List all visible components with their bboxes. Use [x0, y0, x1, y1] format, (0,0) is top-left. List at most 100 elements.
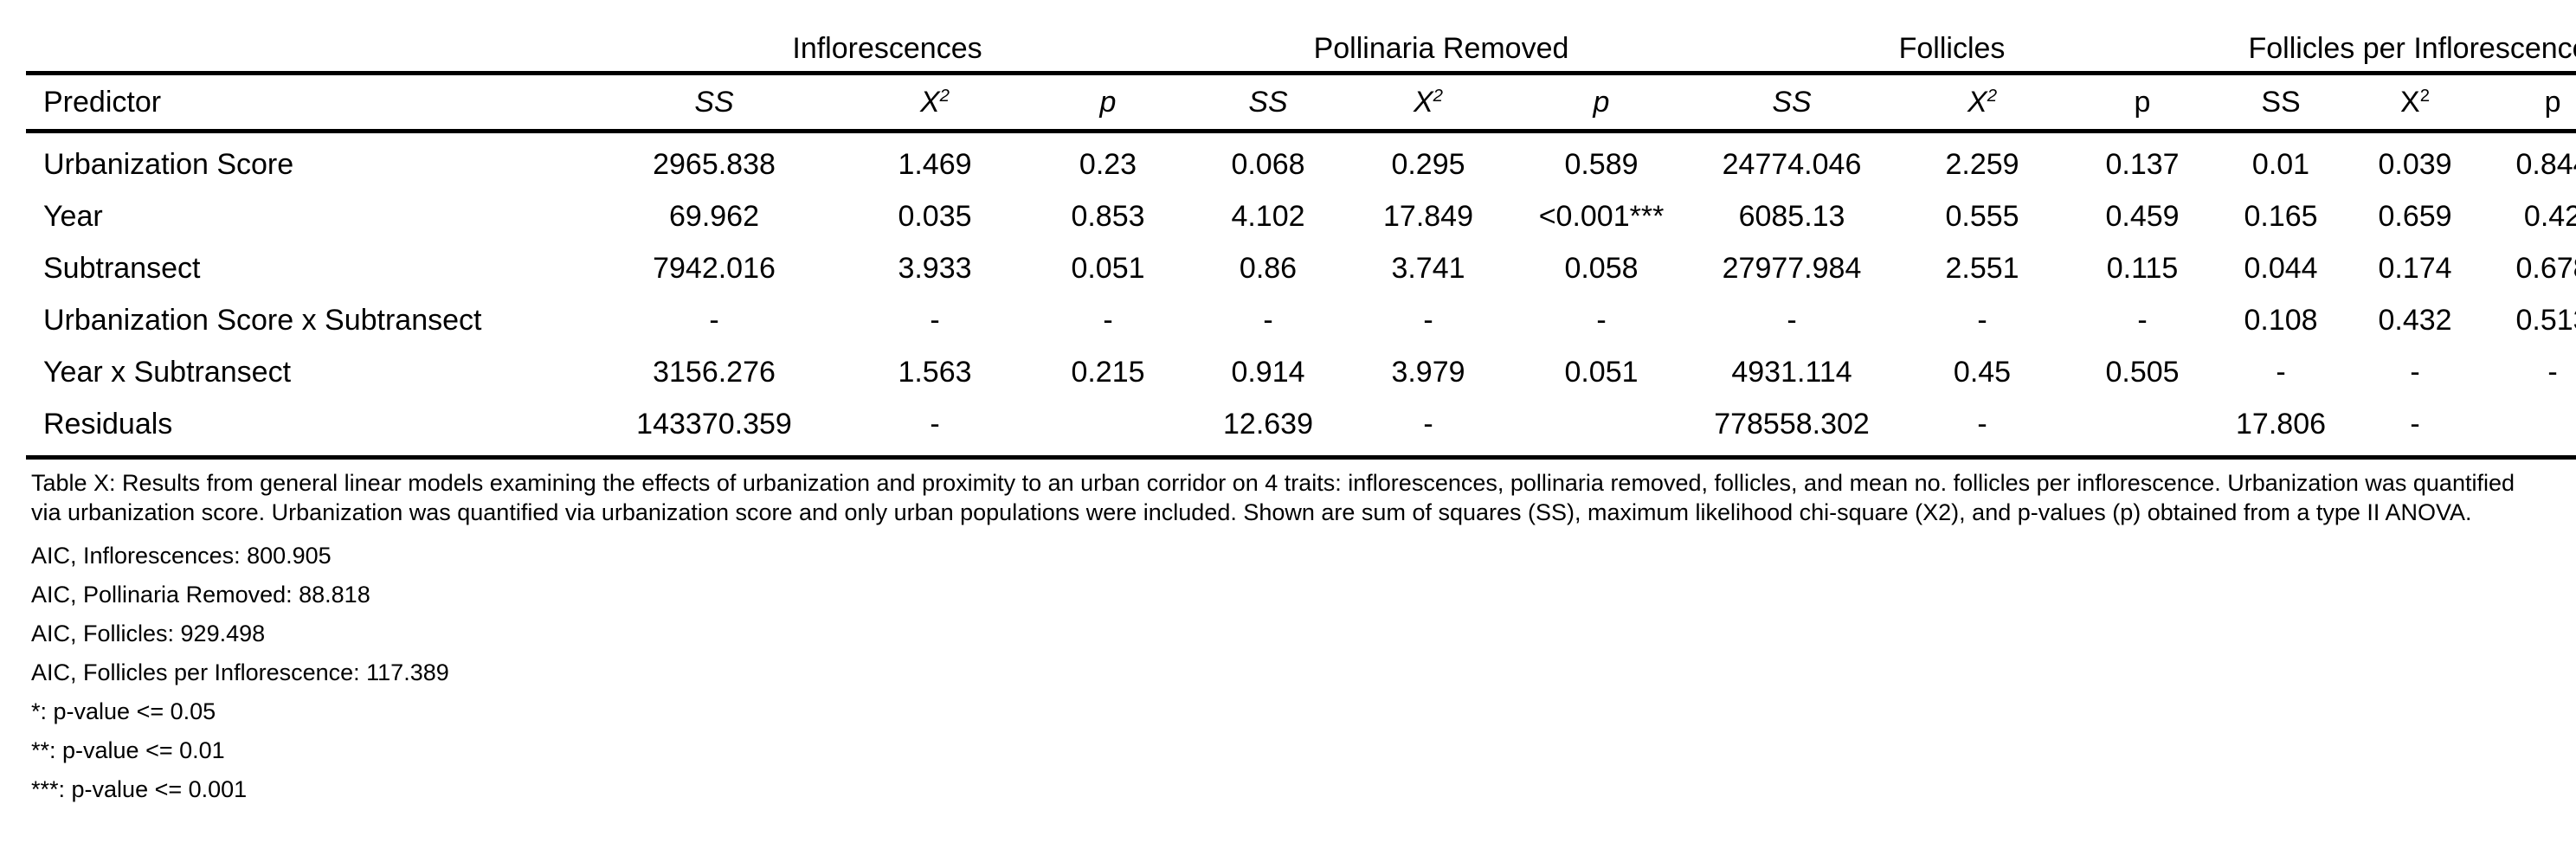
table-notes: Table X: Results from general linear mod… — [26, 468, 2552, 809]
value-cell: 0.01 — [2251, 147, 2310, 181]
value-cell: 0.505 — [2105, 355, 2180, 389]
value-cell: 778558.302 — [1688, 398, 1897, 460]
value-cell: 0.555 — [1945, 199, 2019, 233]
table-row: Residuals 143370.359-12.639-778558.302-17… — [26, 398, 2576, 460]
column-header-ss: SS — [580, 71, 848, 133]
value-cell: 1.563 — [898, 355, 972, 389]
chi-square-base: X — [1967, 85, 1987, 119]
predictor-cell: Residuals — [26, 398, 580, 460]
table-row: Urbanization Score 2965.838 1.469 0.23 0.068… — [26, 132, 2576, 191]
value-cell: - — [1977, 303, 1987, 337]
note-line: ***: p-value <= 0.001 — [31, 776, 248, 802]
value-cell: 0.068 — [1231, 147, 1305, 181]
value-cell — [1021, 398, 1195, 460]
column-header-ss: SS — [1688, 71, 1897, 133]
value-cell: 7942.016 — [653, 251, 776, 285]
value-cell: 0.459 — [2105, 199, 2180, 233]
group-header-inflorescences: Inflorescences — [792, 31, 982, 65]
value-cell: 0.914 — [1231, 355, 1305, 389]
value-cell: 17.849 — [1383, 199, 1473, 233]
value-cell: - — [1103, 303, 1113, 337]
value-cell: 0.295 — [1391, 147, 1465, 181]
value-cell: 24774.046 — [1722, 147, 1862, 181]
chi-square-base: X — [1413, 85, 1433, 119]
results-document: Inflorescences Pollinaria Removed Follic… — [26, 26, 2576, 809]
column-header-p: p — [1515, 71, 1689, 133]
value-cell — [2484, 398, 2576, 460]
value-cell: - — [1423, 303, 1433, 337]
predictor-cell: Urbanization Score — [43, 147, 294, 181]
value-cell: - — [2346, 398, 2485, 460]
predictor-cell: Year — [43, 199, 103, 233]
value-cell: 0.42 — [2523, 199, 2576, 233]
table-body: Urbanization Score 2965.838 1.469 0.23 0.068… — [26, 132, 2576, 460]
value-cell: 0.051 — [1071, 251, 1145, 285]
value-cell: 0.051 — [1564, 355, 1639, 389]
value-cell — [1515, 398, 1689, 460]
value-cell: 0.215 — [1071, 355, 1145, 389]
note-line: **: p-value <= 0.01 — [31, 737, 225, 763]
value-cell: 2.551 — [1945, 251, 2019, 285]
value-cell: - — [1263, 303, 1273, 337]
column-header-row: Predictor SS X2 p SS X2 p SS X2 p SS X2 … — [26, 71, 2576, 133]
value-cell: - — [1896, 398, 2070, 460]
value-cell: 0.108 — [2244, 303, 2318, 337]
value-cell: 1.469 — [898, 147, 972, 181]
table-row: Year x Subtransect 3156.276 1.563 0.215 0.91… — [26, 346, 2576, 398]
value-cell: 17.806 — [2216, 398, 2347, 460]
note-line: AIC, Follicles per Inflorescence: 117.38… — [31, 659, 449, 685]
value-cell: 6085.13 — [1738, 199, 1845, 233]
value-cell: - — [1342, 398, 1515, 460]
predictor-cell: Urbanization Score x Subtransect — [43, 303, 482, 337]
value-cell: 2965.838 — [653, 147, 776, 181]
value-cell: 12.639 — [1195, 398, 1342, 460]
value-cell: 0.165 — [2244, 199, 2318, 233]
value-cell: - — [848, 398, 1021, 460]
note-line: AIC, Pollinaria Removed: 88.818 — [31, 582, 370, 608]
value-cell: - — [2547, 355, 2558, 389]
value-cell: 0.45 — [1953, 355, 2012, 389]
chi-square-superscript: 2 — [2419, 86, 2431, 106]
value-cell: 0.432 — [2378, 303, 2452, 337]
note-line: AIC, Follicles: 929.498 — [31, 621, 266, 646]
value-cell: 0.137 — [2105, 147, 2180, 181]
group-header-follicles-per-inflorescence: Follicles per Inflorescence — [2248, 31, 2576, 65]
table-row: Subtransect 7942.016 3.933 0.051 0.86 3.741 0.… — [26, 242, 2576, 294]
group-header-row: Inflorescences Pollinaria Removed Follic… — [26, 26, 2576, 74]
value-cell: 69.962 — [669, 199, 759, 233]
value-cell: 2.259 — [1945, 147, 2019, 181]
chi-square-superscript: 2 — [1433, 86, 1444, 106]
table-caption: Table X: Results from general linear mod… — [31, 470, 2515, 525]
value-cell: 0.589 — [1564, 147, 1639, 181]
value-cell: 0.174 — [2378, 251, 2452, 285]
value-cell: 3156.276 — [653, 355, 776, 389]
value-cell: - — [1596, 303, 1607, 337]
predictor-cell: Subtransect — [43, 251, 201, 285]
column-header-p: p — [2484, 71, 2576, 133]
value-cell — [2069, 398, 2217, 460]
value-cell: 0.513 — [2515, 303, 2576, 337]
value-cell: 0.039 — [2378, 147, 2452, 181]
column-header-ss: SS — [2216, 71, 2347, 133]
value-cell: - — [2276, 355, 2286, 389]
value-cell: 0.678 — [2515, 251, 2576, 285]
chi-square-base: X — [2400, 85, 2420, 119]
value-cell: 0.044 — [2244, 251, 2318, 285]
value-cell: - — [930, 303, 940, 337]
results-table: Inflorescences Pollinaria Removed Follic… — [26, 26, 2576, 460]
value-cell: <0.001*** — [1538, 199, 1665, 233]
value-cell: 3.933 — [898, 251, 972, 285]
value-cell: 3.979 — [1391, 355, 1465, 389]
value-cell: 0.853 — [1071, 199, 1145, 233]
value-cell: - — [1787, 303, 1797, 337]
value-cell: 0.035 — [898, 199, 972, 233]
value-cell: 0.115 — [2106, 251, 2179, 285]
value-cell: 0.86 — [1239, 251, 1298, 285]
column-header-p: p — [2069, 71, 2217, 133]
value-cell: 0.058 — [1564, 251, 1639, 285]
value-cell: 0.844 — [2515, 147, 2576, 181]
value-cell: 0.23 — [1079, 147, 1137, 181]
value-cell: 27977.984 — [1722, 251, 1862, 285]
table-row: Urbanization Score x Subtransect - - - - - - - -… — [26, 294, 2576, 346]
value-cell: 4.102 — [1231, 199, 1305, 233]
